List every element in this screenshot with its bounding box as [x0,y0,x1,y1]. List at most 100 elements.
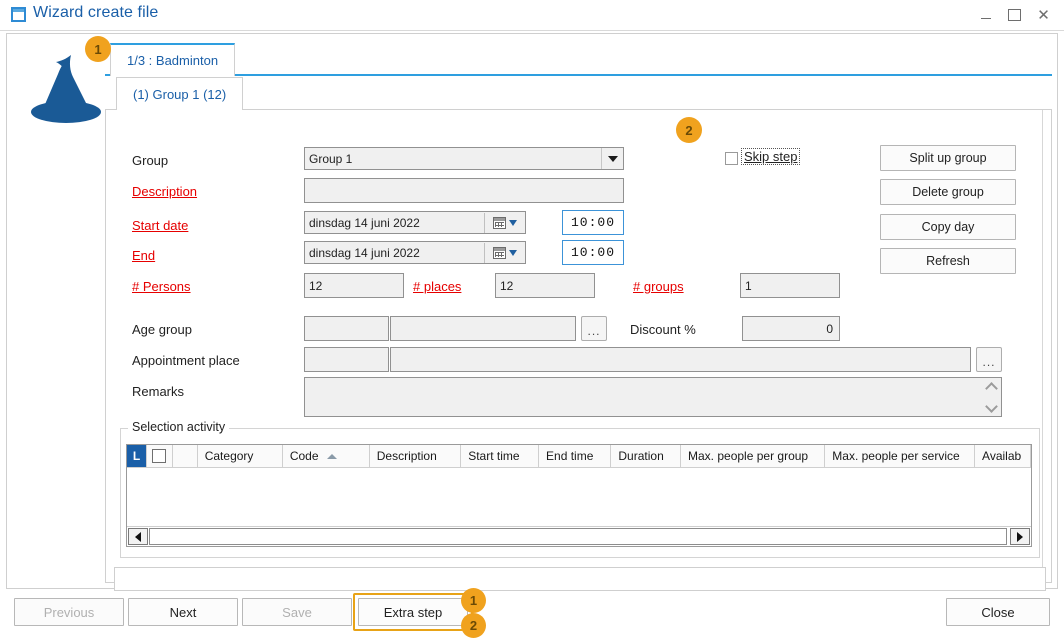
close-button[interactable]: Close [946,598,1050,626]
title-bar: Wizard create file ✕ [0,0,1064,31]
start-date-input[interactable]: dinsdag 14 juni 2022 [304,211,526,234]
tab-row-group: (1) Group 1 (12) [105,77,1052,110]
delete-group-label: Delete group [912,185,984,199]
description-label: Description [132,184,197,199]
window-title: Wizard create file [33,4,158,22]
grid-horizontal-scrollbar[interactable] [127,526,1031,546]
groups-value: 1 [745,279,752,293]
close-icon[interactable]: ✕ [1029,3,1058,27]
scroll-right-icon[interactable] [1010,528,1030,545]
start-time-input[interactable]: 10:00 [562,210,624,235]
tab-group-1[interactable]: (1) Group 1 (12) [116,77,243,110]
groups-input[interactable]: 1 [740,273,840,298]
grid-col-available[interactable]: Availab [975,445,1031,467]
description-input[interactable] [304,178,624,203]
end-date-input[interactable]: dinsdag 14 juni 2022 [304,241,526,264]
grid-col-end-time[interactable]: End time [539,445,611,467]
split-up-group-label: Split up group [909,151,986,165]
grid-col-max-people-service[interactable]: Max. people per service [825,445,975,467]
split-up-group-button[interactable]: Split up group [880,145,1016,171]
discount-value: 0 [826,322,833,336]
start-date-label: Start date [132,218,188,233]
groups-label: # groups [633,279,684,294]
appointment-place-browse-button[interactable]: ... [976,347,1002,372]
grid-col-select-all[interactable] [147,445,173,467]
age-group-browse-button[interactable]: ... [581,316,607,341]
grid-col-category-label: Category [205,449,254,463]
selection-activity-grid: L Category Code Description [126,444,1032,547]
copy-day-button[interactable]: Copy day [880,214,1016,240]
bottom-button-bar: Previous Next Save Extra step Close [6,589,1058,635]
panel-right-divider [1042,110,1043,582]
grid-col-max-people-group[interactable]: Max. people per group [681,445,825,467]
appointment-place-code-input[interactable] [304,347,389,372]
end-time-input[interactable]: 10:00 [562,240,624,265]
content-frame: 1/3 : Badminton (1) Group 1 (12) Group G… [6,33,1058,589]
skip-step-checkbox[interactable] [725,152,738,165]
grid-col-end-time-label: End time [546,449,593,463]
appointment-place-input[interactable] [390,347,971,372]
appointment-place-label: Appointment place [132,353,240,368]
refresh-label: Refresh [926,254,970,268]
grid-col-duration[interactable]: Duration [611,445,681,467]
remarks-textarea[interactable] [304,377,1002,417]
close-label: Close [981,605,1014,620]
previous-button[interactable]: Previous [14,598,124,626]
discount-input[interactable]: 0 [742,316,840,341]
tab-strip: 1/3 : Badminton (1) Group 1 (12) [105,43,1052,113]
grid-col-start-time[interactable]: Start time [461,445,539,467]
group-label: Group [132,153,168,168]
age-group-code-input[interactable] [304,316,389,341]
age-group-input[interactable] [390,316,576,341]
end-date-picker-button[interactable] [484,243,525,263]
discount-label: Discount % [630,322,696,337]
grid-col-max-people-group-label: Max. people per group [688,449,808,463]
end-date-value: dinsdag 14 juni 2022 [309,246,420,260]
callout-badge-1-extra-step-label: 1 [470,593,477,608]
end-time-value: 10:00 [571,245,615,260]
select-all-checkbox[interactable] [152,449,166,463]
remarks-label: Remarks [132,384,184,399]
grid-col-description[interactable]: Description [370,445,461,467]
grid-col-lock[interactable]: L [127,445,147,467]
callout-badge-2-extra-step-label: 2 [470,618,477,633]
grid-header-row: L Category Code Description [127,445,1031,468]
tab-row-step: 1/3 : Badminton [105,43,1052,76]
skip-step-label[interactable]: Skip step [741,148,800,165]
refresh-button[interactable]: Refresh [880,248,1016,274]
persons-input[interactable]: 12 [304,273,404,298]
step-panel: Group Group 1 Description Start date din… [105,110,1052,583]
callout-badge-2-extra-step: 2 [461,613,486,638]
chevron-down-icon[interactable] [601,148,623,169]
callout-badge-1-step-tab-label: 1 [94,42,101,57]
places-input[interactable]: 12 [495,273,595,298]
save-button[interactable]: Save [242,598,352,626]
grid-col-category[interactable]: Category [198,445,283,467]
tab-step-badminton[interactable]: 1/3 : Badminton [110,43,235,76]
copy-day-label: Copy day [922,220,975,234]
grid-col-available-label: Availab [982,449,1021,463]
scroll-left-icon[interactable] [128,528,148,545]
chevron-down-icon [987,403,996,412]
save-label: Save [282,605,312,620]
appointment-place-browse-label: ... [982,355,995,369]
group-select[interactable]: Group 1 [304,147,624,170]
remarks-scrollbar[interactable] [983,379,1000,415]
callout-badge-1-extra-step: 1 [461,588,486,613]
sort-ascending-icon [327,454,337,459]
scroll-track[interactable] [149,528,1007,545]
next-button[interactable]: Next [128,598,238,626]
persons-label: # Persons [132,279,191,294]
chevron-up-icon [987,382,996,391]
maximize-icon[interactable] [1000,3,1029,27]
callout-badge-1-step-tab: 1 [85,36,111,62]
grid-col-description-label: Description [377,449,437,463]
callout-badge-2-skip-step: 2 [676,117,702,143]
grid-col-max-people-service-label: Max. people per service [832,449,959,463]
grid-col-code[interactable]: Code [283,445,370,467]
group-select-value: Group 1 [309,152,352,166]
wizard-window: Wizard create file ✕ 1/3 : Badminton [0,0,1064,640]
delete-group-button[interactable]: Delete group [880,179,1016,205]
start-date-picker-button[interactable] [484,213,525,233]
minimize-icon[interactable] [971,3,1000,27]
